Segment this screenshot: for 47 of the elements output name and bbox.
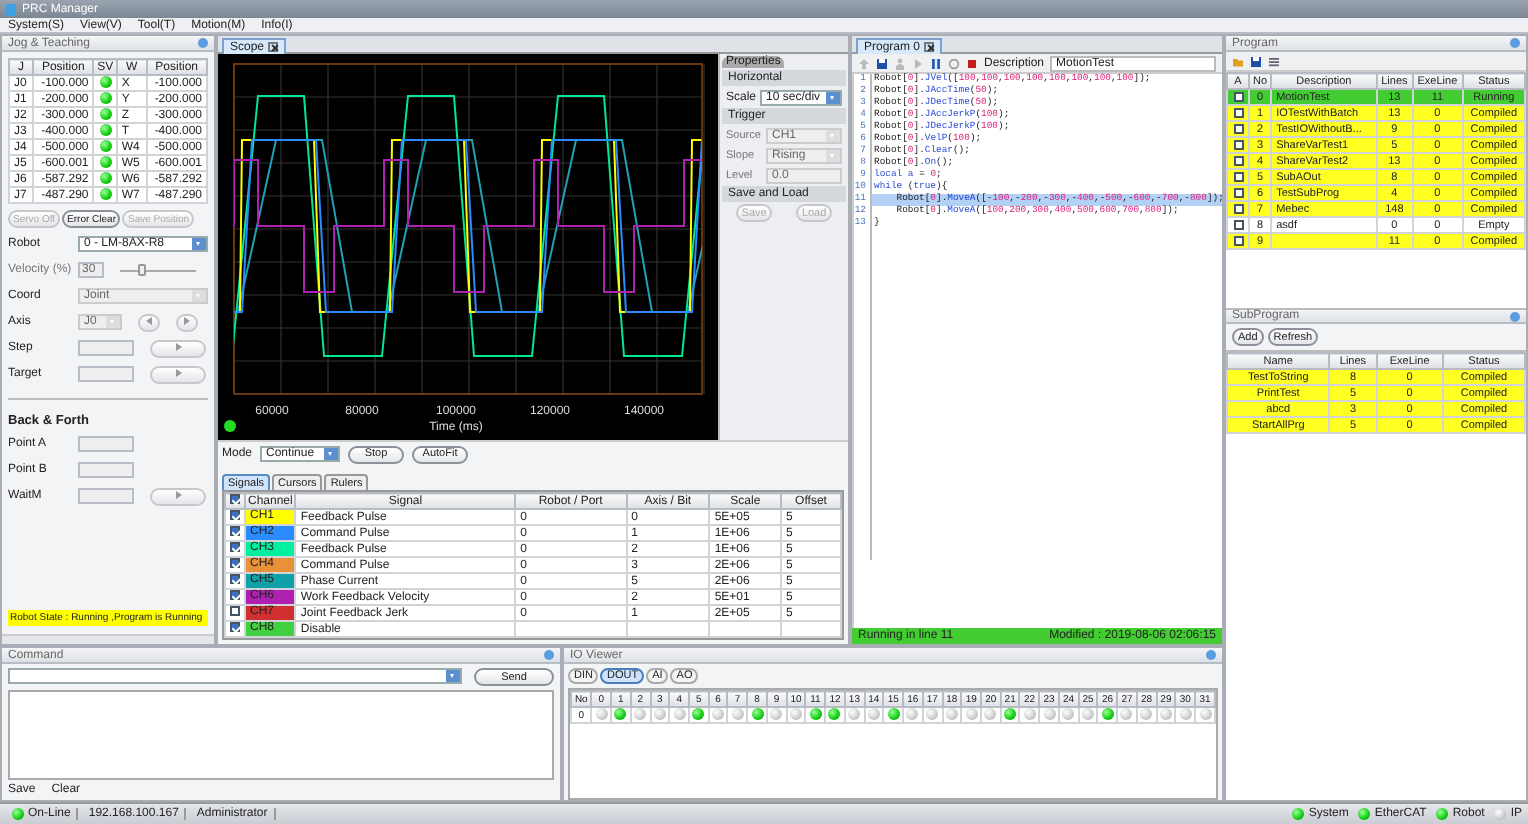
list-icon[interactable] — [1268, 55, 1280, 67]
pin-icon[interactable] — [544, 650, 554, 660]
right-arrow-icon — [182, 315, 192, 325]
checkbox[interactable] — [230, 590, 240, 601]
left-arrow-icon — [144, 315, 154, 325]
input-field[interactable] — [78, 340, 134, 356]
pin-icon[interactable] — [1510, 311, 1520, 321]
play-icon — [173, 341, 183, 351]
stop-icon[interactable] — [966, 57, 978, 69]
checkbox[interactable] — [230, 622, 240, 633]
input-field[interactable] — [78, 462, 134, 478]
checkbox[interactable] — [230, 606, 240, 617]
input-field[interactable] — [78, 436, 134, 452]
app-icon — [6, 3, 16, 15]
pin-icon[interactable] — [1510, 38, 1520, 48]
checkbox[interactable] — [1233, 139, 1243, 150]
checkbox[interactable] — [1233, 235, 1243, 246]
jog-minus-button[interactable] — [138, 313, 160, 331]
save-icon[interactable] — [1250, 55, 1262, 67]
pin-icon[interactable] — [198, 38, 208, 48]
table-cell — [1271, 233, 1377, 249]
close-icon[interactable] — [268, 42, 279, 52]
jog-plus-button[interactable] — [176, 313, 198, 331]
checkbox[interactable] — [1233, 91, 1243, 102]
play-icon — [173, 367, 183, 377]
save-icon[interactable] — [876, 57, 888, 69]
checkbox[interactable] — [230, 510, 240, 521]
play-icon — [173, 489, 183, 499]
horizontal-scrollbar[interactable] — [2, 634, 214, 644]
checkbox[interactable] — [1233, 155, 1243, 166]
pin-icon[interactable] — [1206, 650, 1216, 660]
checkbox[interactable] — [1233, 171, 1243, 182]
checkbox[interactable] — [230, 494, 240, 505]
checkbox[interactable] — [1233, 219, 1243, 230]
close-icon[interactable] — [924, 42, 935, 52]
input-field[interactable] — [78, 488, 134, 504]
checkbox[interactable] — [230, 558, 240, 569]
command-input[interactable] — [8, 668, 462, 684]
checkbox[interactable] — [1233, 203, 1243, 214]
pause-icon[interactable] — [930, 57, 942, 69]
checkbox[interactable] — [1233, 123, 1243, 134]
checkbox[interactable] — [230, 574, 240, 585]
input-field[interactable] — [78, 366, 134, 382]
checkbox[interactable] — [230, 542, 240, 553]
checkbox[interactable] — [230, 526, 240, 537]
checkbox[interactable] — [1233, 107, 1243, 118]
checkbox[interactable] — [1233, 187, 1243, 198]
